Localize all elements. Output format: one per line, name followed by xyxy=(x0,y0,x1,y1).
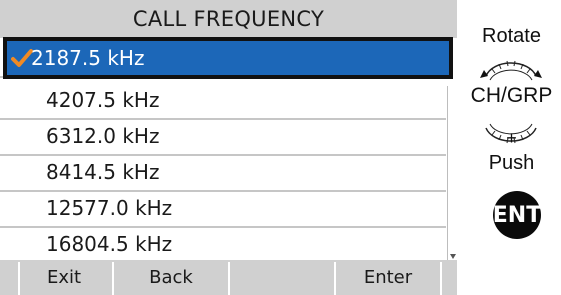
exit-softkey[interactable]: Exit xyxy=(18,260,110,295)
softkey-divider xyxy=(440,262,442,295)
frequency-label: 12577.0 kHz xyxy=(46,196,173,220)
frequency-label: 8414.5 kHz xyxy=(46,160,160,184)
frequency-label: 16804.5 kHz xyxy=(46,232,173,256)
frequency-item-1[interactable]: 2187.5 kHz xyxy=(0,37,453,79)
frequency-item-4[interactable]: 8414.5 kHz xyxy=(0,152,446,192)
blank-softkey[interactable] xyxy=(230,260,334,295)
highlight-bar: 2187.5 kHz xyxy=(7,41,449,75)
frequency-item-6[interactable]: 16804.5 kHz xyxy=(0,224,446,264)
plus-sign: + xyxy=(506,128,517,148)
list-scrollbar[interactable] xyxy=(447,86,457,260)
radio-display: CALL FREQUENCY 2187.5 kHz 4207.5 kHz 631… xyxy=(0,0,457,295)
dial-label: CH/GRP xyxy=(470,84,553,107)
checkmark-icon xyxy=(11,49,33,67)
push-instruction: Push xyxy=(488,152,535,174)
back-softkey[interactable]: Back xyxy=(114,260,228,295)
frequency-label: 2187.5 kHz xyxy=(31,46,145,70)
enter-softkey[interactable]: Enter xyxy=(336,260,440,295)
frequency-item-5[interactable]: 12577.0 kHz xyxy=(0,188,446,228)
frequency-item-2[interactable]: 4207.5 kHz xyxy=(0,80,446,120)
ent-key-button[interactable]: ENT xyxy=(493,191,541,239)
selected-frequency-cursor[interactable]: 2187.5 kHz xyxy=(3,37,453,79)
frequency-label: 4207.5 kHz xyxy=(46,88,160,112)
softkey-divider xyxy=(18,262,20,295)
operation-guide: Rotate CH/GRP + Push ENT xyxy=(462,0,561,295)
scroll-down-arrow-icon xyxy=(450,254,456,259)
softkey-bar: Exit Back Enter xyxy=(0,260,457,295)
frequency-label: 6312.0 kHz xyxy=(46,124,160,148)
screen-title: CALL FREQUENCY xyxy=(0,0,457,38)
frequency-item-3[interactable]: 6312.0 kHz xyxy=(0,116,446,156)
rotate-instruction: Rotate xyxy=(482,25,541,47)
